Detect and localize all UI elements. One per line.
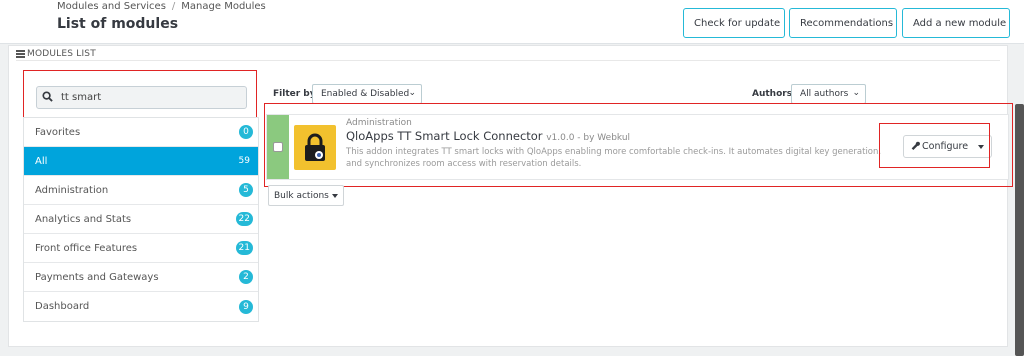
category-administration[interactable]: Administration 5 xyxy=(24,176,258,205)
page-scrollbar[interactable] xyxy=(1015,104,1024,356)
filter-status-value: Enabled & Disabled xyxy=(321,89,410,99)
category-all[interactable]: All 59 xyxy=(24,147,258,176)
chevron-down-icon: ⌄ xyxy=(852,88,860,98)
check-for-update-label: Check for update xyxy=(694,17,781,29)
search-icon xyxy=(37,90,57,105)
caret-down-icon xyxy=(331,193,338,198)
category-favorites[interactable]: Favorites 0 xyxy=(24,118,258,147)
filter-by-label: Filter by xyxy=(273,89,316,99)
add-new-module-button[interactable]: Add a new module xyxy=(902,8,1010,38)
highlight-box-configure xyxy=(879,123,990,168)
category-dashboard[interactable]: Dashboard 9 xyxy=(24,292,258,321)
bulk-actions-label: Bulk actions xyxy=(274,190,329,201)
category-analytics-and-stats[interactable]: Analytics and Stats 22 xyxy=(24,205,258,234)
panel-heading-label: MODULES LIST xyxy=(27,49,96,59)
category-label: Front office Features xyxy=(35,242,138,254)
breadcrumb-separator: / xyxy=(171,1,176,12)
category-count-badge: 59 xyxy=(238,156,250,166)
authors-label: Authors xyxy=(752,89,793,99)
breadcrumb-item-manage-modules[interactable]: Manage Modules xyxy=(181,1,265,12)
breadcrumb: Modules and Services / Manage Modules xyxy=(57,1,266,12)
category-label: Favorites xyxy=(35,126,81,138)
category-count-badge: 0 xyxy=(239,125,253,139)
filter-status-select[interactable]: Enabled & Disabled ⌄ xyxy=(312,84,422,104)
authors-value: All authors xyxy=(800,89,849,99)
category-count-badge: 21 xyxy=(235,241,253,255)
add-new-module-label: Add a new module xyxy=(913,17,1007,29)
category-label: All xyxy=(35,155,48,167)
category-list: Favorites 0 All 59 Administration 5 Anal… xyxy=(23,117,259,322)
check-for-update-button[interactable]: Check for update xyxy=(683,8,785,38)
category-front-office-features[interactable]: Front office Features 21 xyxy=(24,234,258,263)
page-header: Modules and Services / Manage Modules List… xyxy=(0,0,1024,44)
category-count-badge: 5 xyxy=(239,183,253,197)
breadcrumb-item-modules-and-services[interactable]: Modules and Services xyxy=(57,1,166,12)
category-label: Dashboard xyxy=(35,301,90,312)
recommendations-button[interactable]: Recommendations xyxy=(789,8,897,38)
authors-select[interactable]: All authors ⌄ xyxy=(791,84,866,104)
category-payments-and-gateways[interactable]: Payments and Gateways 2 xyxy=(24,263,258,292)
page-title: List of modules xyxy=(57,16,179,32)
module-search[interactable] xyxy=(36,86,247,109)
category-count-badge: 2 xyxy=(239,270,253,284)
bulk-actions-button[interactable]: Bulk actions xyxy=(268,185,344,206)
category-count-badge: 9 xyxy=(239,299,253,314)
list-icon xyxy=(16,50,25,58)
category-label: Payments and Gateways xyxy=(35,271,159,283)
panel-heading: MODULES LIST xyxy=(16,49,96,59)
category-label: Administration xyxy=(35,184,109,196)
category-label: Analytics and Stats xyxy=(35,213,132,225)
panel-divider xyxy=(16,60,1000,61)
category-count-badge: 22 xyxy=(235,212,253,226)
chevron-down-icon: ⌄ xyxy=(408,88,416,98)
search-input[interactable] xyxy=(57,92,237,103)
recommendations-label: Recommendations xyxy=(800,17,894,29)
